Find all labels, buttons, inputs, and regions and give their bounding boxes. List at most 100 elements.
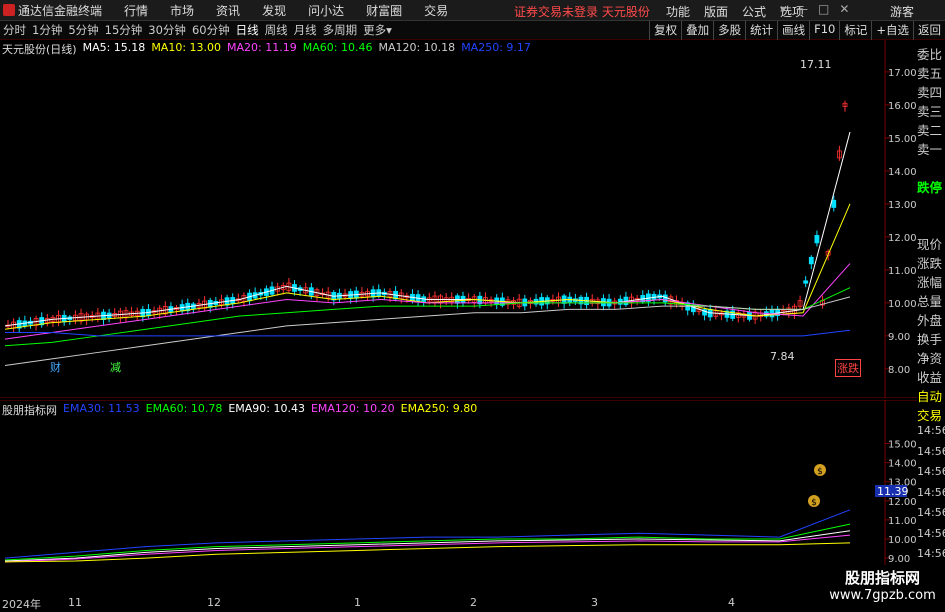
stats-button[interactable]: 统计 xyxy=(745,21,777,40)
menu-item[interactable]: 财富圈 xyxy=(366,2,402,19)
sub-indicator-name[interactable]: 股朋指标网 xyxy=(2,402,57,418)
panel-label: 净资 xyxy=(917,351,943,366)
panel-label: 卖五 xyxy=(917,66,943,81)
panel-label: 收益 xyxy=(917,370,943,385)
x-tick: 3 xyxy=(591,596,598,609)
panel-label xyxy=(917,215,945,234)
quote-side-panel: 委比卖五卖四卖三卖二卖一跌停现价涨跌涨幅总量外盘换手净资收益自动交易14:561… xyxy=(917,44,945,588)
svg-text:$: $ xyxy=(817,467,823,477)
limit-marker[interactable]: 涨跌 xyxy=(835,359,861,377)
y-tick-label: 16.00 xyxy=(888,101,917,112)
ema250-label: EMA250: 9.80 xyxy=(400,402,478,415)
period-5min[interactable]: 5分钟 xyxy=(65,22,101,38)
y-tick-label: 10.00 xyxy=(888,535,917,546)
y-tick-label: 11.00 xyxy=(888,516,917,527)
ema-indicator-chart[interactable]: 15.0014.0013.0012.0011.0010.009.00 $ $ xyxy=(0,400,917,596)
menu-layout[interactable]: 版面 xyxy=(704,3,728,20)
money-bag-icon: $ xyxy=(814,464,826,477)
minimize-icon[interactable]: — xyxy=(796,2,808,16)
period-more[interactable]: 更多▾ xyxy=(360,22,395,38)
menu-item[interactable]: 行情 xyxy=(124,2,148,19)
kline-chart[interactable]: 17.00 16.00 15.00 14.00 13.00 12.00 11.00 10.00… xyxy=(0,40,917,398)
y-tick-label: 15.00 xyxy=(888,440,917,451)
finance-marker[interactable]: 财 xyxy=(50,359,61,375)
menu-function[interactable]: 功能 xyxy=(666,3,690,20)
period-30min[interactable]: 30分钟 xyxy=(145,22,189,38)
guest-login[interactable]: 游客 xyxy=(890,3,914,20)
panel-label: 14:56 xyxy=(917,506,945,519)
y-tick-label: 10.00 xyxy=(888,299,917,310)
candle-body xyxy=(831,199,837,208)
menu-bar: 通达信金融终端 行情 市场 资讯 发现 问小达 财富圈 交易 证券交易未登录 天… xyxy=(0,0,945,21)
ema30-label: EMA30: 11.53 xyxy=(63,402,140,415)
f10-button[interactable]: F10 xyxy=(809,21,839,40)
x-tick: 11 xyxy=(68,596,82,609)
panel-label: 涨幅 xyxy=(917,275,943,290)
time-axis: 2024年 11 12 1 2 3 4 xyxy=(0,596,915,611)
period-multi[interactable]: 多周期 xyxy=(320,22,361,38)
panel-label: 14:56 xyxy=(917,424,945,437)
y-tick-label: 12.00 xyxy=(888,497,917,508)
period-more-label: 更多 xyxy=(363,23,387,37)
ma120-label: MA120: 10.18 xyxy=(378,41,456,54)
svg-text:$: $ xyxy=(811,498,817,508)
period-15min[interactable]: 15分钟 xyxy=(102,22,146,38)
period-monthly[interactable]: 月线 xyxy=(291,22,320,38)
x-tick: 2024年 xyxy=(2,598,41,611)
period-1min[interactable]: 1分钟 xyxy=(29,22,65,38)
panel-label: 14:56 xyxy=(917,465,945,478)
draw-button[interactable]: 画线 xyxy=(777,21,809,40)
candle-body xyxy=(814,235,820,244)
panel-label: 委比 xyxy=(917,47,943,62)
panel-label xyxy=(917,196,945,215)
period-weekly[interactable]: 周线 xyxy=(262,22,291,38)
reduce-marker[interactable]: 减 xyxy=(110,359,121,375)
y-tick-label: 9.00 xyxy=(888,554,910,565)
sub-indicator-legend: 股朋指标网 EMA30: 11.53 EMA60: 10.78 EMA90: 1… xyxy=(2,402,477,418)
panel-label: 跌停 xyxy=(917,180,943,195)
period-daily[interactable]: 日线 xyxy=(233,22,262,38)
close-icon[interactable]: ✕ xyxy=(839,2,849,16)
current-ema-value: 11.39 xyxy=(877,485,909,498)
ema-line xyxy=(4,509,851,559)
ma60-label: MA60: 10.46 xyxy=(302,41,373,54)
menu-item[interactable]: 交易 xyxy=(424,2,448,19)
money-bag-icon: $ xyxy=(808,495,820,508)
panel-label xyxy=(917,158,945,177)
ma5-label: MA5: 15.18 xyxy=(82,41,146,54)
menu-item[interactable]: 发现 xyxy=(262,2,286,19)
add-watchlist-button[interactable]: +自选 xyxy=(871,21,913,40)
period-intraday[interactable]: 分时 xyxy=(0,22,29,38)
panel-label: 14:56 xyxy=(917,526,945,540)
menu-item[interactable]: 问小达 xyxy=(308,2,344,19)
ma20-label: MA20: 11.19 xyxy=(227,41,297,54)
period-60min[interactable]: 60分钟 xyxy=(189,22,233,38)
overlay-button[interactable]: 叠加 xyxy=(681,21,713,40)
candle-body xyxy=(808,256,814,265)
y-tick-label: 14.00 xyxy=(888,459,917,470)
menu-item[interactable]: 市场 xyxy=(170,2,194,19)
ema90-label: EMA90: 10.43 xyxy=(228,402,305,415)
back-button[interactable]: 返回 xyxy=(913,21,945,40)
menu-formula[interactable]: 公式 xyxy=(742,3,766,20)
maximize-icon[interactable]: □ xyxy=(818,2,829,16)
watermark: 股朋指标网 www.7gpzb.com xyxy=(820,565,945,609)
multi-stock-button[interactable]: 多股 xyxy=(713,21,745,40)
dropdown-icon[interactable]: ▾ xyxy=(780,2,786,16)
panel-label: 14:56 xyxy=(917,485,945,499)
mark-button[interactable]: 标记 xyxy=(839,21,871,40)
panel-label: 卖三 xyxy=(917,104,943,119)
low-price-label: 7.84 xyxy=(770,350,795,363)
adjust-button[interactable]: 复权 xyxy=(649,21,681,40)
x-tick: 4 xyxy=(728,596,735,609)
stock-title: 天元股份(日线) xyxy=(2,43,77,56)
panel-label: 卖二 xyxy=(917,123,943,138)
panel-label: 自动 xyxy=(917,389,943,404)
ema120-label: EMA120: 10.20 xyxy=(310,402,395,415)
trade-warning[interactable]: 证券交易未登录 天元股份 xyxy=(514,3,650,20)
y-tick-label: 15.00 xyxy=(888,134,917,145)
menu-item[interactable]: 资讯 xyxy=(216,2,240,19)
y-tick-label: 9.00 xyxy=(888,332,910,343)
panel-label: 涨跌 xyxy=(917,256,943,271)
y-tick-label: 12.00 xyxy=(888,233,917,244)
